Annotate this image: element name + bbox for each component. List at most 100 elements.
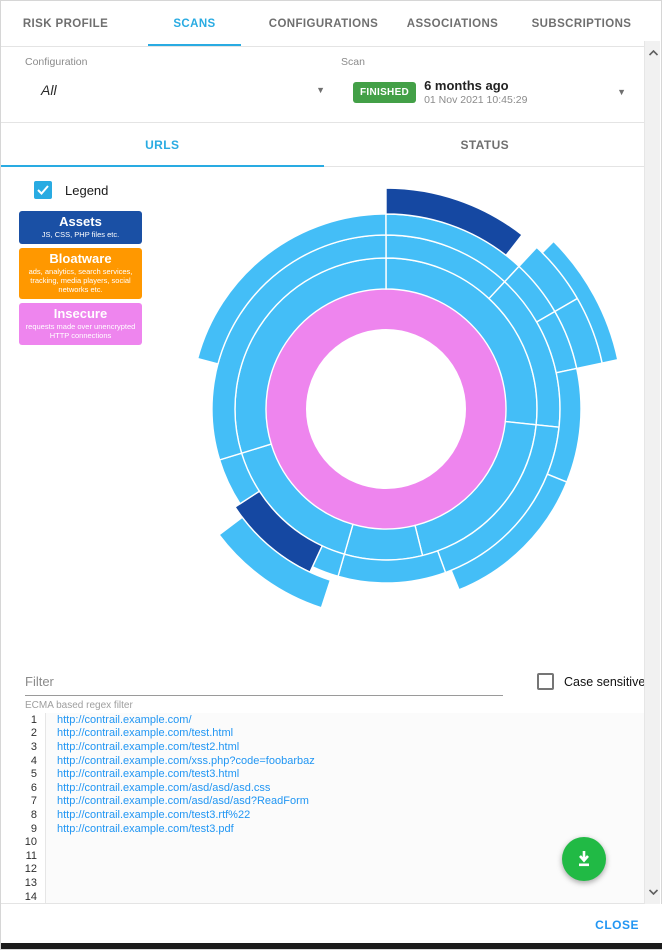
url-list-row: 13 bbox=[1, 876, 646, 890]
configuration-select[interactable]: Configuration All ▼ bbox=[25, 56, 325, 98]
legend-description: JS, CSS, PHP files etc. bbox=[23, 230, 138, 239]
url-list-row: 9http://contrail.example.com/test3.pdf bbox=[1, 822, 646, 836]
url-list-row: 10 bbox=[1, 835, 646, 849]
scan-label: Scan bbox=[341, 56, 626, 68]
configuration-label: Configuration bbox=[25, 56, 325, 68]
tab-configurations[interactable]: CONFIGURATIONS bbox=[259, 1, 388, 46]
legend-title: Assets bbox=[23, 214, 138, 229]
check-icon bbox=[37, 185, 49, 195]
line-number: 10 bbox=[1, 835, 46, 849]
url-link[interactable]: http://contrail.example.com/asd/asd/asd?… bbox=[46, 795, 646, 809]
case-sensitive-label: Case sensitive bbox=[564, 675, 645, 689]
line-number: 2 bbox=[1, 727, 46, 741]
status-badge: FINISHED bbox=[353, 82, 416, 103]
legend-description: ads, analytics, search services, trackin… bbox=[23, 267, 138, 294]
legend-item-insecure: Insecure requests made over unencrypted … bbox=[19, 303, 142, 345]
legend: Assets JS, CSS, PHP files etc. Bloatware… bbox=[19, 211, 142, 349]
url-link[interactable]: http://contrail.example.com/test.html bbox=[46, 727, 646, 741]
sunburst-chart bbox=[126, 161, 646, 661]
line-number: 5 bbox=[1, 767, 46, 781]
line-number: 1 bbox=[1, 713, 46, 727]
scan-select[interactable]: Scan FINISHED 6 months ago 01 Nov 2021 1… bbox=[341, 56, 626, 106]
vertical-scrollbar[interactable] bbox=[644, 41, 660, 904]
legend-item-bloatware: Bloatware ads, analytics, search service… bbox=[19, 248, 142, 299]
url-link bbox=[46, 863, 646, 877]
tab-scans[interactable]: SCANS bbox=[130, 1, 259, 46]
url-link[interactable]: http://contrail.example.com/asd/asd/asd.… bbox=[46, 781, 646, 795]
tab-label: SUBSCRIPTIONS bbox=[532, 18, 632, 30]
url-link[interactable]: http://contrail.example.com/test3.rtf%22 bbox=[46, 808, 646, 822]
legend-item-assets: Assets JS, CSS, PHP files etc. bbox=[19, 211, 142, 244]
line-number: 9 bbox=[1, 822, 46, 836]
legend-title: Insecure bbox=[23, 306, 138, 321]
url-list-row: 14 bbox=[1, 890, 646, 904]
download-icon bbox=[574, 849, 594, 869]
tab-label: SCANS bbox=[173, 18, 215, 30]
legend-checkbox[interactable] bbox=[34, 181, 52, 199]
selector-row: Configuration All ▼ Scan FINISHED 6 mont… bbox=[1, 47, 646, 123]
url-list-row: 6http://contrail.example.com/asd/asd/asd… bbox=[1, 781, 646, 795]
tab-label: CONFIGURATIONS bbox=[269, 18, 379, 30]
line-number: 4 bbox=[1, 754, 46, 768]
line-number: 8 bbox=[1, 808, 46, 822]
url-link bbox=[46, 876, 646, 890]
url-list-row: 12 bbox=[1, 863, 646, 877]
scan-time: 6 months ago 01 Nov 2021 10:45:29 bbox=[424, 78, 617, 106]
url-list-row: 2http://contrail.example.com/test.html bbox=[1, 727, 646, 741]
scan-timestamp: 01 Nov 2021 10:45:29 bbox=[424, 94, 617, 106]
tab-label: RISK PROFILE bbox=[23, 18, 108, 30]
download-button[interactable] bbox=[562, 837, 606, 881]
url-list-row: 11 bbox=[1, 849, 646, 863]
tab-label: ASSOCIATIONS bbox=[407, 18, 498, 30]
sunburst-segment[interactable] bbox=[344, 524, 422, 560]
line-number: 14 bbox=[1, 890, 46, 904]
url-link bbox=[46, 890, 646, 904]
filter-input[interactable] bbox=[25, 671, 503, 696]
case-sensitive-checkbox[interactable] bbox=[537, 673, 554, 690]
url-list: 1http://contrail.example.com/2http://con… bbox=[1, 713, 646, 904]
scan-relative-time: 6 months ago bbox=[424, 78, 617, 93]
legend-title: Bloatware bbox=[23, 251, 138, 266]
scroll-down-arrow-icon[interactable] bbox=[645, 884, 661, 900]
line-number: 7 bbox=[1, 795, 46, 809]
url-link[interactable]: http://contrail.example.com/test2.html bbox=[46, 740, 646, 754]
close-button[interactable]: CLOSE bbox=[595, 918, 639, 932]
legend-description: requests made over unencrypted HTTP conn… bbox=[23, 322, 138, 340]
url-list-row: 7http://contrail.example.com/asd/asd/asd… bbox=[1, 795, 646, 809]
legend-checkbox-label: Legend bbox=[65, 183, 108, 198]
window-bottom-edge bbox=[1, 943, 662, 949]
url-link[interactable]: http://contrail.example.com/ bbox=[46, 713, 646, 727]
url-link bbox=[46, 835, 646, 849]
tab-label: STATUS bbox=[460, 138, 509, 152]
tab-status[interactable]: STATUS bbox=[324, 123, 647, 166]
main-tab-bar: RISK PROFILE SCANS CONFIGURATIONS ASSOCI… bbox=[1, 1, 646, 47]
filter-section: ECMA based regex filter Case sensitive bbox=[1, 663, 646, 713]
chevron-down-icon[interactable]: ▼ bbox=[316, 85, 325, 95]
tab-label: URLS bbox=[145, 138, 179, 152]
line-number: 12 bbox=[1, 863, 46, 877]
scroll-up-arrow-icon[interactable] bbox=[645, 45, 661, 61]
url-list-row: 3http://contrail.example.com/test2.html bbox=[1, 740, 646, 754]
active-tab-underline bbox=[148, 44, 241, 46]
line-number: 13 bbox=[1, 876, 46, 890]
tab-urls[interactable]: URLS bbox=[1, 123, 324, 166]
url-link bbox=[46, 849, 646, 863]
url-link[interactable]: http://contrail.example.com/xss.php?code… bbox=[46, 754, 646, 768]
dialog-footer: CLOSE bbox=[1, 904, 662, 945]
tab-risk-profile[interactable]: RISK PROFILE bbox=[1, 1, 130, 46]
line-number: 6 bbox=[1, 781, 46, 795]
line-number: 11 bbox=[1, 849, 46, 863]
chevron-down-icon[interactable]: ▼ bbox=[617, 87, 626, 97]
url-link[interactable]: http://contrail.example.com/test3.pdf bbox=[46, 822, 646, 836]
configuration-value: All bbox=[25, 82, 57, 98]
url-list-row: 1http://contrail.example.com/ bbox=[1, 713, 646, 727]
line-number: 3 bbox=[1, 740, 46, 754]
sunburst-segment[interactable] bbox=[286, 309, 486, 509]
url-list-row: 4http://contrail.example.com/xss.php?cod… bbox=[1, 754, 646, 768]
url-list-row: 8http://contrail.example.com/test3.rtf%2… bbox=[1, 808, 646, 822]
tab-subscriptions[interactable]: SUBSCRIPTIONS bbox=[517, 1, 646, 46]
url-link[interactable]: http://contrail.example.com/test3.html bbox=[46, 767, 646, 781]
filter-helper-text: ECMA based regex filter bbox=[25, 700, 503, 711]
tab-associations[interactable]: ASSOCIATIONS bbox=[388, 1, 517, 46]
legend-toggle: Legend bbox=[34, 181, 108, 199]
